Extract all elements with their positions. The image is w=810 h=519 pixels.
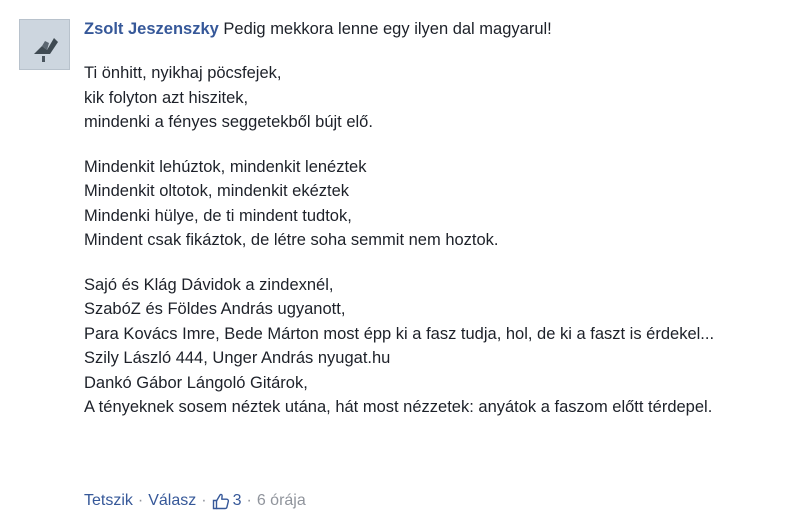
comment-line: Sajó és Klág Dávidok a zindexnél, bbox=[84, 275, 334, 294]
timestamp-link[interactable]: 6 órája bbox=[257, 490, 306, 512]
comment-line: Mindenkit oltotok, mindenkit ekéztek bbox=[84, 182, 350, 200]
separator: · bbox=[246, 492, 252, 509]
like-count-button[interactable]: 3 bbox=[212, 490, 242, 512]
reply-button[interactable]: Válasz bbox=[148, 490, 196, 512]
comment-line: A tényeknek sosem néztek utána, hát most… bbox=[84, 398, 713, 416]
thumbs-up-icon bbox=[212, 493, 229, 509]
comment-actions: Tetszik · Válasz · 3 · 6 órája bbox=[84, 490, 306, 512]
avatar[interactable] bbox=[19, 19, 70, 70]
comment-line: SzabóZ és Földes András ugyanott, bbox=[84, 300, 346, 318]
separator: · bbox=[201, 492, 207, 509]
comment-line: Dankó Gábor Lángoló Gitárok, bbox=[84, 373, 308, 392]
stanza: Ti önhitt, nyikhaj pöcsfejek, kik folyton… bbox=[84, 61, 799, 135]
separator: · bbox=[137, 492, 144, 509]
comment-body: Zsolt Jeszenszky Pedig mekkora lenne egy… bbox=[84, 17, 799, 420]
like-count: 3 bbox=[232, 492, 242, 509]
comment-line: mindenki a fényes seggetekből bújt elő. bbox=[84, 113, 373, 131]
comment-line: Para Kovács Imre, Bede Márton most épp k… bbox=[84, 324, 715, 343]
like-button[interactable]: Tetszik bbox=[84, 490, 133, 512]
comment-intro-text: Pedig mekkora lenne egy ilyen dal magyar… bbox=[223, 20, 552, 38]
comment-line: Ti önhitt, nyikhaj pöcsfejek, bbox=[84, 64, 282, 82]
comment-line: Mindent csak fikáztok, de létre soha sem… bbox=[84, 231, 499, 249]
comment-header: Zsolt Jeszenszky Pedig mekkora lenne egy… bbox=[84, 17, 799, 41]
comment-line: Mindenkit lehúztok, mindenkit lenéztek bbox=[84, 157, 367, 176]
comment-line: Szily László 444, Unger András nyugat.hu bbox=[84, 349, 391, 367]
author-name-link[interactable]: Zsolt Jeszenszky bbox=[84, 20, 219, 38]
comment-text: Ti önhitt, nyikhaj pöcsfejek, kik folyton… bbox=[84, 61, 799, 420]
stanza: Mindenkit lehúztok, mindenkit lenéztek Mi… bbox=[84, 155, 799, 253]
comment: Zsolt Jeszenszky Pedig mekkora lenne egy… bbox=[0, 0, 810, 519]
avatar-image bbox=[20, 20, 69, 69]
comment-line: kik folyton azt hiszitek, bbox=[84, 88, 249, 107]
stanza: Sajó és Klág Dávidok a zindexnél, SzabóZ … bbox=[84, 273, 799, 420]
comment-line: Mindenki hülye, de ti mindent tudtok, bbox=[84, 206, 352, 225]
